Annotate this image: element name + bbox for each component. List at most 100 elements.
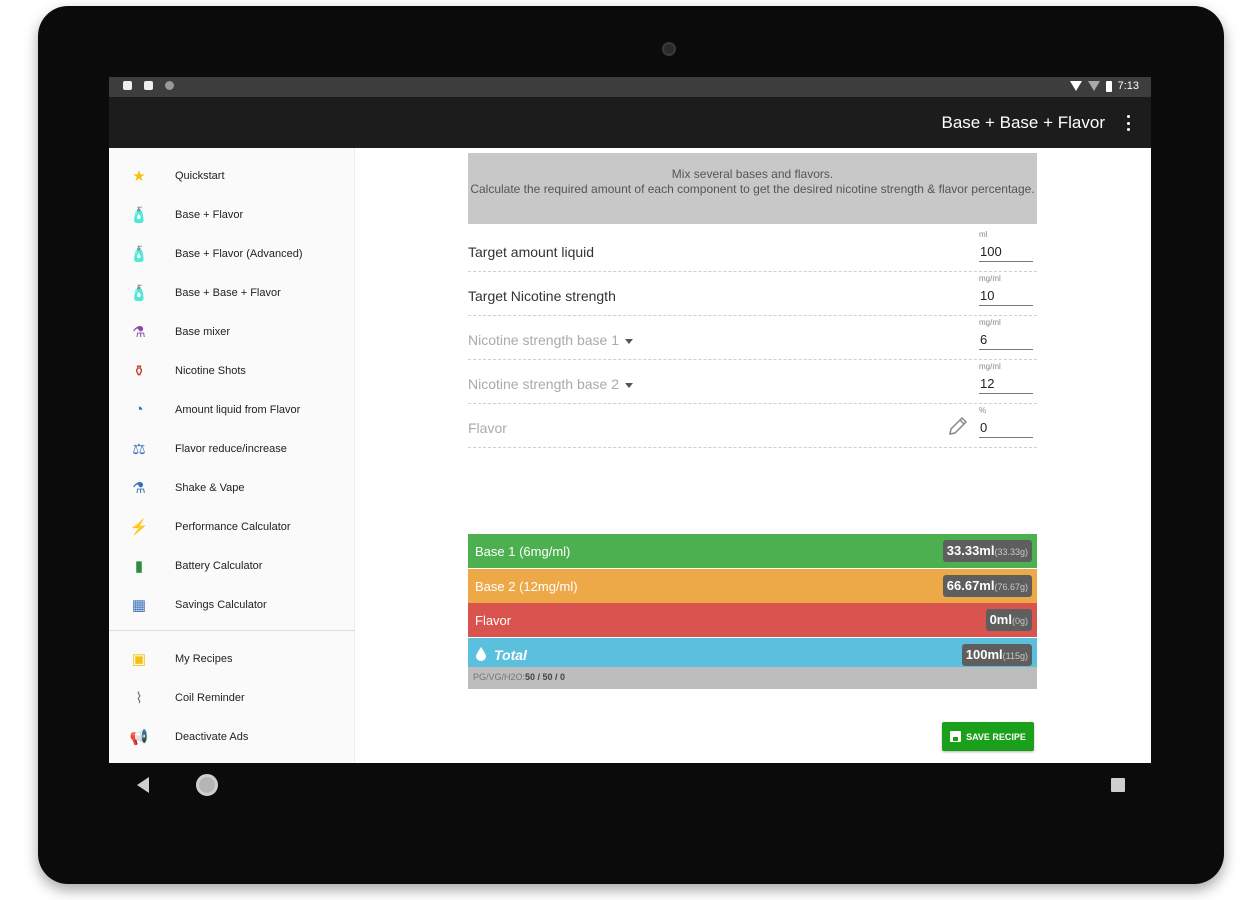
notification-icon	[123, 81, 132, 90]
drawer-item-deactivate-ads[interactable]: 📢 Deactivate Ads	[109, 717, 355, 756]
bottle-icon: 🧴	[129, 206, 149, 224]
sd-card-icon	[144, 81, 153, 90]
battery-icon: ▮	[134, 557, 144, 575]
drawer-item-label: Flavor reduce/increase	[175, 442, 287, 455]
save-disk-icon	[950, 731, 962, 742]
recipe-book-icon: ▣	[131, 650, 147, 668]
drawer-item-label: My Recipes	[175, 652, 233, 665]
drawer-item-battery-calculator[interactable]: ▮ Battery Calculator	[109, 546, 355, 585]
scale-icon: ⚖	[132, 440, 146, 458]
nicotine-base2-row: Nicotine strength base 2 mg/ml	[468, 360, 1037, 404]
back-nav-icon[interactable]	[137, 777, 149, 793]
front-camera	[662, 42, 676, 56]
result-flavor-value: 0ml(0g)	[985, 609, 1032, 631]
bottle-advanced-icon: 🧴	[129, 245, 149, 263]
sync-icon	[165, 81, 174, 90]
status-bar: 7:13	[109, 77, 1151, 97]
drawer-item-label: Deactivate Ads	[175, 730, 249, 743]
result-base1-label: Base 1 (6mg/ml)	[475, 543, 571, 559]
drawer-item-label: Base + Flavor (Advanced)	[175, 247, 303, 260]
drawer-item-label: Performance Calculator	[175, 520, 291, 533]
target-nicotine-input[interactable]	[979, 286, 1033, 306]
dropdown-caret-icon	[624, 382, 633, 388]
drawer-item-label: Shake & Vape	[175, 481, 245, 494]
drawer-item-my-recipes[interactable]: ▣ My Recipes	[109, 639, 355, 678]
home-nav-icon[interactable]	[196, 774, 218, 796]
flavor-unit: %	[979, 406, 987, 415]
coil-icon: ⌇	[135, 689, 143, 707]
target-amount-input[interactable]	[979, 242, 1033, 262]
drawer-item-performance-calculator[interactable]: ⚡ Performance Calculator	[109, 507, 355, 546]
nicotine-base1-input[interactable]	[979, 330, 1033, 350]
app-bar: Base + Base + Flavor	[109, 97, 1151, 148]
pie-chart-icon: ◔	[134, 401, 144, 418]
drawer-item-label: Quickstart	[175, 169, 225, 182]
save-recipe-label: SAVE RECIPE	[966, 731, 1026, 742]
save-recipe-button[interactable]: SAVE RECIPE	[942, 722, 1034, 751]
megaphone-icon: 📢	[129, 728, 149, 746]
target-nicotine-row: Target Nicotine strength mg/ml	[468, 272, 1037, 316]
drawer-item-base-flavor[interactable]: 🧴 Base + Flavor	[109, 195, 355, 234]
nicotine-base1-unit: mg/ml	[979, 318, 1001, 327]
drawer-item-amount-liquid-from-flavor[interactable]: ◔ Amount liquid from Flavor	[109, 390, 355, 429]
drawer-item-coil-reminder[interactable]: ⌇ Coil Reminder	[109, 678, 355, 717]
drawer-item-label: Base mixer	[175, 325, 231, 338]
target-amount-label: Target amount liquid	[468, 244, 595, 260]
result-flavor: Flavor 0ml(0g)	[468, 603, 1037, 637]
nicotine-base2-unit: mg/ml	[979, 362, 1001, 371]
result-base2-label: Base 2 (12mg/ml)	[475, 578, 578, 594]
drawer-item-base-flavor-advanced[interactable]: 🧴 Base + Flavor (Advanced)	[109, 234, 355, 273]
result-base1: Base 1 (6mg/ml) 33.33ml(33.33g)	[468, 534, 1037, 568]
nicotine-base1-dropdown[interactable]: Nicotine strength base 1	[468, 332, 633, 348]
drawer-item-savings-calculator[interactable]: ▦ Savings Calculator	[109, 585, 355, 624]
drawer-item-base-mixer[interactable]: ⚗ Base mixer	[109, 312, 355, 351]
target-amount-unit: ml	[979, 230, 988, 239]
pg-vg-ratio: PG/VG/H2O:50 / 50 / 0	[468, 667, 1037, 689]
page-title: Base + Base + Flavor	[941, 113, 1105, 132]
drawer-item-flavor-reduce-increase[interactable]: ⚖ Flavor reduce/increase	[109, 429, 355, 468]
drawer-item-label: Coil Reminder	[175, 691, 245, 704]
drawer-item-nicotine-shots[interactable]: ⚱ Nicotine Shots	[109, 351, 355, 390]
battery-status-icon	[1105, 80, 1112, 92]
shot-icon: ⚱	[132, 362, 146, 380]
flavor-input[interactable]	[979, 418, 1033, 438]
device-screen: 7:13 Base + Base + Flavor ★ Quickstart 🧴 Ba…	[109, 77, 1151, 763]
overflow-menu-icon[interactable]	[1123, 113, 1133, 133]
flavor-label: Flavor	[468, 420, 507, 436]
bar-chart-icon: ▦	[131, 596, 147, 614]
result-total-value: 100ml(115g)	[961, 644, 1032, 666]
nicotine-base1-label: Nicotine strength base 1	[468, 332, 619, 348]
nicotine-base1-row: Nicotine strength base 1 mg/ml	[468, 316, 1037, 360]
nicotine-base2-dropdown[interactable]: Nicotine strength base 2	[468, 376, 633, 392]
drawer-item-label: Base + Base + Flavor	[175, 286, 281, 299]
dropdown-caret-icon	[624, 338, 633, 344]
target-amount-row: Target amount liquid ml	[468, 228, 1037, 272]
lightning-icon: ⚡	[129, 518, 149, 536]
result-flavor-label: Flavor	[475, 612, 512, 628]
star-icon: ★	[132, 167, 146, 185]
drawer-item-label: Savings Calculator	[175, 598, 267, 611]
drawer-item-label: Nicotine Shots	[175, 364, 246, 377]
drawer-item-base-base-flavor[interactable]: 🧴 Base + Base + Flavor	[109, 273, 355, 312]
wifi-icon	[1069, 81, 1082, 91]
result-base2: Base 2 (12mg/ml) 66.67ml(76.67g)	[468, 569, 1037, 603]
bottles-icon: 🧴	[129, 284, 149, 302]
result-base2-value: 66.67ml(76.67g)	[942, 575, 1032, 597]
main-content: Mix several bases and flavors. Calculate…	[355, 148, 1151, 763]
info-box: Mix several bases and flavors. Calculate…	[468, 153, 1037, 224]
drawer-item-label: Battery Calculator	[175, 559, 263, 572]
drawer-item-shake-vape[interactable]: ⚗ Shake & Vape	[109, 468, 355, 507]
nicotine-base2-input[interactable]	[979, 374, 1033, 394]
drawer-item-label: Amount liquid from Flavor	[175, 403, 301, 416]
shake-icon: ⚗	[132, 479, 146, 497]
pencil-icon[interactable]	[946, 416, 970, 438]
nicotine-base2-label: Nicotine strength base 2	[468, 376, 619, 392]
recents-nav-icon[interactable]	[1111, 778, 1125, 792]
drawer-divider	[109, 630, 355, 631]
flavor-row: Flavor %	[468, 404, 1037, 448]
result-base1-value: 33.33ml(33.33g)	[942, 540, 1032, 562]
water-drop-icon	[476, 647, 486, 661]
drawer-item-quickstart[interactable]: ★ Quickstart	[109, 156, 355, 195]
signal-icon	[1087, 81, 1100, 91]
drawer-item-label: Base + Flavor	[175, 208, 244, 221]
